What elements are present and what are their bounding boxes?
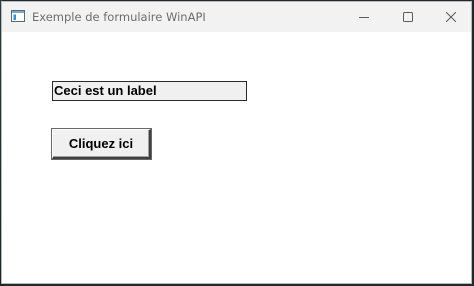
click-here-button[interactable]: Cliquez ici [52, 129, 151, 159]
close-button[interactable] [429, 2, 471, 32]
maximize-button[interactable] [386, 2, 430, 32]
app-window: Exemple de formulaire WinAPI Ceci est un… [1, 1, 472, 284]
minimize-icon [359, 17, 369, 18]
minimize-button[interactable] [342, 2, 386, 32]
maximize-icon [403, 12, 413, 22]
window-app-icon [11, 10, 25, 22]
static-label: Ceci est un label [52, 81, 247, 101]
title-bar[interactable]: Exemple de formulaire WinAPI [2, 2, 471, 32]
close-icon [446, 12, 456, 22]
window-title: Exemple de formulaire WinAPI [32, 10, 206, 24]
